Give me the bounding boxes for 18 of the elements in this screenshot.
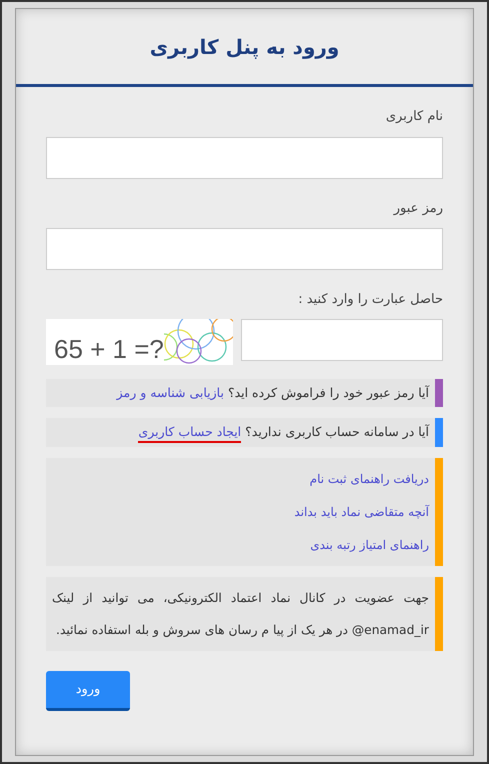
- captcha-noise-drawing: [164, 318, 233, 364]
- input-field[interactable]: [46, 228, 443, 270]
- captcha-text: 65 + 1 =?: [54, 336, 164, 362]
- guide-link[interactable]: آنچه متقاضی نماد باید بداند: [294, 503, 429, 521]
- login-button[interactable]: ورود: [46, 671, 130, 711]
- field-label: رمز عبور: [394, 200, 443, 218]
- note-text: آیا در سامانه حساب کاربری ندارید؟ ایجاد حساب کاربری: [46, 418, 435, 447]
- field-label: حاصل عبارت را وارد کنید :: [298, 291, 443, 309]
- guide-link[interactable]: راهنمای امتیاز رتبه بندی: [310, 536, 429, 554]
- note-link[interactable]: ایجاد حساب کاربری: [138, 424, 242, 444]
- field-label: نام کاربری: [386, 108, 443, 126]
- captcha-input-field[interactable]: [241, 318, 443, 360]
- page-title: ورود به پنل کاربری: [150, 34, 340, 61]
- input-field[interactable]: [46, 136, 443, 178]
- note-paragraph: جهت عضویت در کانال نماد اعتماد الکترونیکی، می توانید از لینک enamad_ir@ در هر یک از پیا م رسان های سروش و بله استفاده نمائید.: [51, 590, 430, 639]
- guide-link[interactable]: دریافت راهنمای ثبت نام: [310, 470, 429, 488]
- note-text: آیا رمز عبور خود را فراموش کرده اید؟ بازیابی شناسه و رمز: [46, 378, 435, 408]
- note-link[interactable]: بازیابی شناسه و رمز: [116, 384, 224, 404]
